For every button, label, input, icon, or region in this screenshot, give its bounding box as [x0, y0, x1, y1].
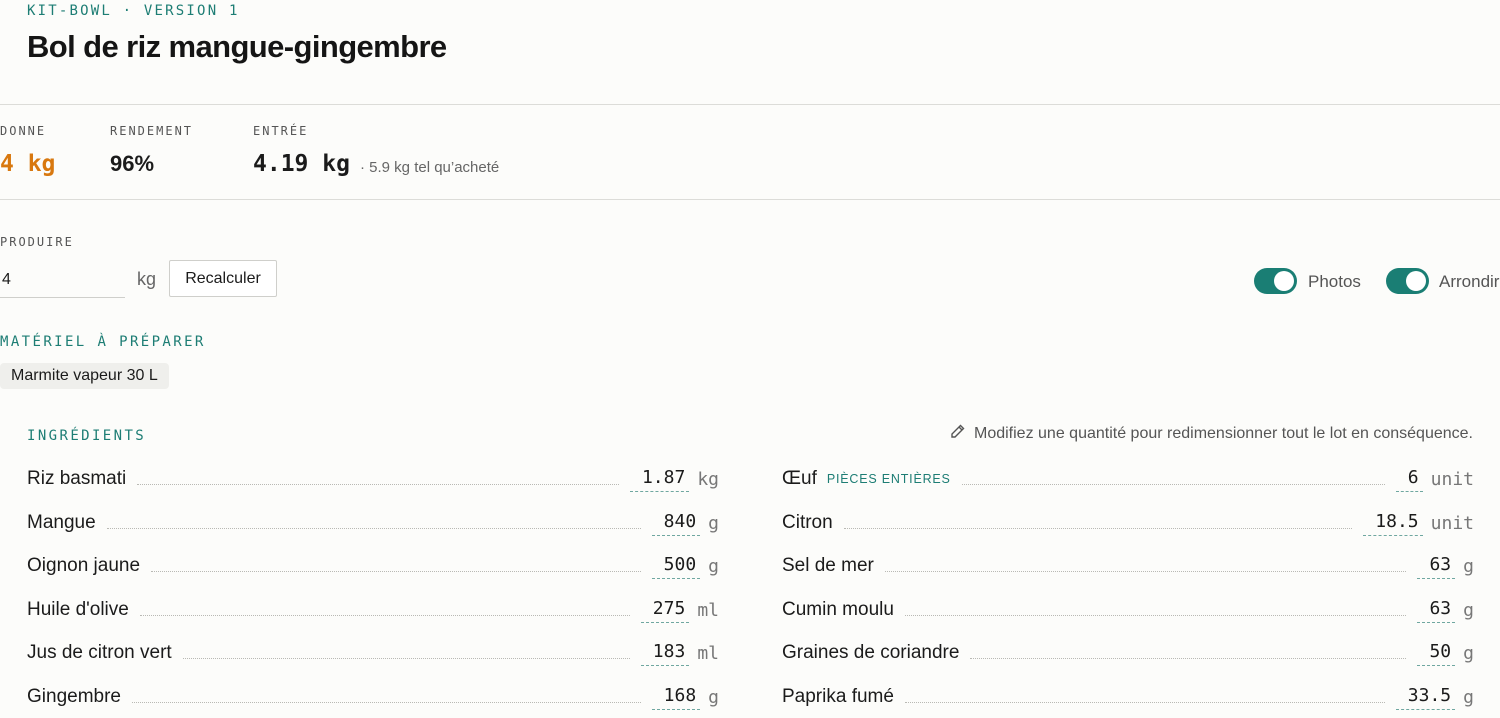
produce-quantity-input[interactable] [0, 262, 125, 298]
leader-dots [137, 483, 619, 485]
ingredient-quantity[interactable]: 33.5 [1395, 685, 1456, 710]
photos-toggle-label: Photos [1308, 272, 1361, 291]
recipe-kicker: KIT-BOWL · VERSION 1 [27, 3, 240, 19]
ingredient-quantity[interactable]: 50 [1417, 641, 1456, 666]
ingredient-row: Sel de mer 63 g [782, 553, 1474, 579]
ingredient-unit: g [1463, 599, 1474, 621]
leader-dots [961, 483, 1385, 485]
ingredient-quantity[interactable]: 18.5 [1363, 511, 1423, 536]
ingredient-quantity[interactable]: 840 [651, 511, 701, 536]
recalculate-button[interactable]: Recalculer [169, 260, 277, 297]
divider [0, 199, 1500, 200]
resize-hint: Modifiez une quantité pour redimensionne… [950, 423, 1473, 444]
ingredients-heading: INGRÉDIENTS [27, 428, 147, 444]
stat-label-rendement: RENDEMENT [110, 124, 194, 138]
ingredient-name: Cumin moulu [782, 599, 894, 620]
produce-unit: kg [137, 269, 157, 289]
leader-dots [151, 570, 641, 572]
page-title: Bol de riz mangue-gingembre [27, 29, 447, 64]
ingredient-name: Riz basmati [27, 468, 127, 489]
ingredient-quantity[interactable]: 500 [651, 554, 701, 579]
leader-dots [884, 570, 1407, 572]
ingredient-unit: g [708, 512, 719, 534]
ingredient-unit: kg [697, 468, 719, 490]
ingredient-tag: PIÈCES ENTIÈRES [826, 472, 951, 486]
ingredient-unit: g [1463, 642, 1474, 664]
ingredient-quantity[interactable]: 275 [640, 598, 690, 623]
ingredient-quantity[interactable]: 183 [640, 641, 690, 666]
stat-label-donne: DONNE [0, 124, 47, 138]
produce-label: PRODUIRE [0, 235, 74, 249]
toggle-knob [1274, 271, 1294, 291]
ingredient-unit: g [708, 555, 719, 577]
divider [0, 104, 1500, 105]
toggle-knob [1406, 271, 1426, 291]
ingredient-row: Œuf PIÈCES ENTIÈRES 6 unit [782, 466, 1474, 492]
ingredient-quantity[interactable]: 63 [1417, 598, 1456, 623]
ingredient-name: Gingembre [27, 686, 121, 707]
ingredient-name: Citron [782, 512, 833, 533]
ingredient-name: Œuf [782, 468, 817, 489]
leader-dots [970, 657, 1407, 659]
ingredient-unit: g [1463, 555, 1474, 577]
ingredient-name: Oignon jaune [27, 555, 141, 576]
ingredient-unit: g [708, 686, 719, 708]
leader-dots [139, 614, 630, 616]
ingredient-row: Huile d'olive 275 ml [27, 597, 719, 623]
leader-dots [132, 701, 641, 703]
ingredient-name: Huile d'olive [27, 599, 129, 620]
ingredient-row: Oignon jaune 500 g [27, 553, 719, 579]
ingredient-name: Graines de coriandre [782, 642, 960, 663]
ingredient-row: Citron 18.5 unit [782, 510, 1474, 536]
ingredient-name: Jus de citron vert [27, 642, 172, 663]
ingredient-row: Riz basmati 1.87 kg [27, 466, 719, 492]
round-toggle-label: Arrondir [1439, 272, 1500, 291]
ingredient-unit: unit [1430, 512, 1474, 534]
leader-dots [843, 527, 1353, 529]
ingredient-quantity[interactable]: 63 [1417, 554, 1456, 579]
photos-toggle[interactable] [1254, 268, 1297, 294]
ingredient-unit: ml [697, 642, 719, 664]
ingredient-quantity[interactable]: 6 [1395, 467, 1423, 492]
ingredient-name: Paprika fumé [782, 686, 894, 707]
ingredient-name: Sel de mer [782, 555, 874, 576]
leader-dots [904, 614, 1407, 616]
ingredient-quantity[interactable]: 168 [651, 685, 701, 710]
leader-dots [182, 657, 630, 659]
round-toggle[interactable] [1386, 268, 1429, 294]
stat-value-rendement: 96% [110, 151, 155, 176]
ingredient-unit: unit [1430, 468, 1474, 490]
stat-label-entree: ENTRÉE [253, 124, 309, 138]
stat-value-entree: 4.19 kg [253, 151, 350, 177]
equipment-chip: Marmite vapeur 30 L [0, 363, 169, 389]
ingredient-name: Mangue [27, 512, 96, 533]
ingredient-row: Mangue 840 g [27, 510, 719, 536]
pencil-icon [950, 423, 966, 444]
equipment-heading: MATÉRIEL À PRÉPARER [0, 334, 206, 350]
ingredient-row: Jus de citron vert 183 ml [27, 640, 719, 666]
leader-dots [904, 701, 1385, 703]
ingredient-row: Paprika fumé 33.5 g [782, 684, 1474, 710]
ingredient-unit: ml [697, 599, 719, 621]
ingredient-row: Cumin moulu 63 g [782, 597, 1474, 623]
ingredient-row: Gingembre 168 g [27, 684, 719, 710]
ingredient-row: Graines de coriandre 50 g [782, 640, 1474, 666]
leader-dots [106, 527, 641, 529]
stat-note-entree: · 5.9 kg tel qu’acheté [360, 159, 500, 176]
resize-hint-text: Modifiez une quantité pour redimensionne… [974, 424, 1473, 442]
ingredient-quantity[interactable]: 1.87 [629, 467, 690, 492]
ingredient-unit: g [1463, 686, 1474, 708]
stat-value-donne: 4 kg [0, 151, 56, 177]
